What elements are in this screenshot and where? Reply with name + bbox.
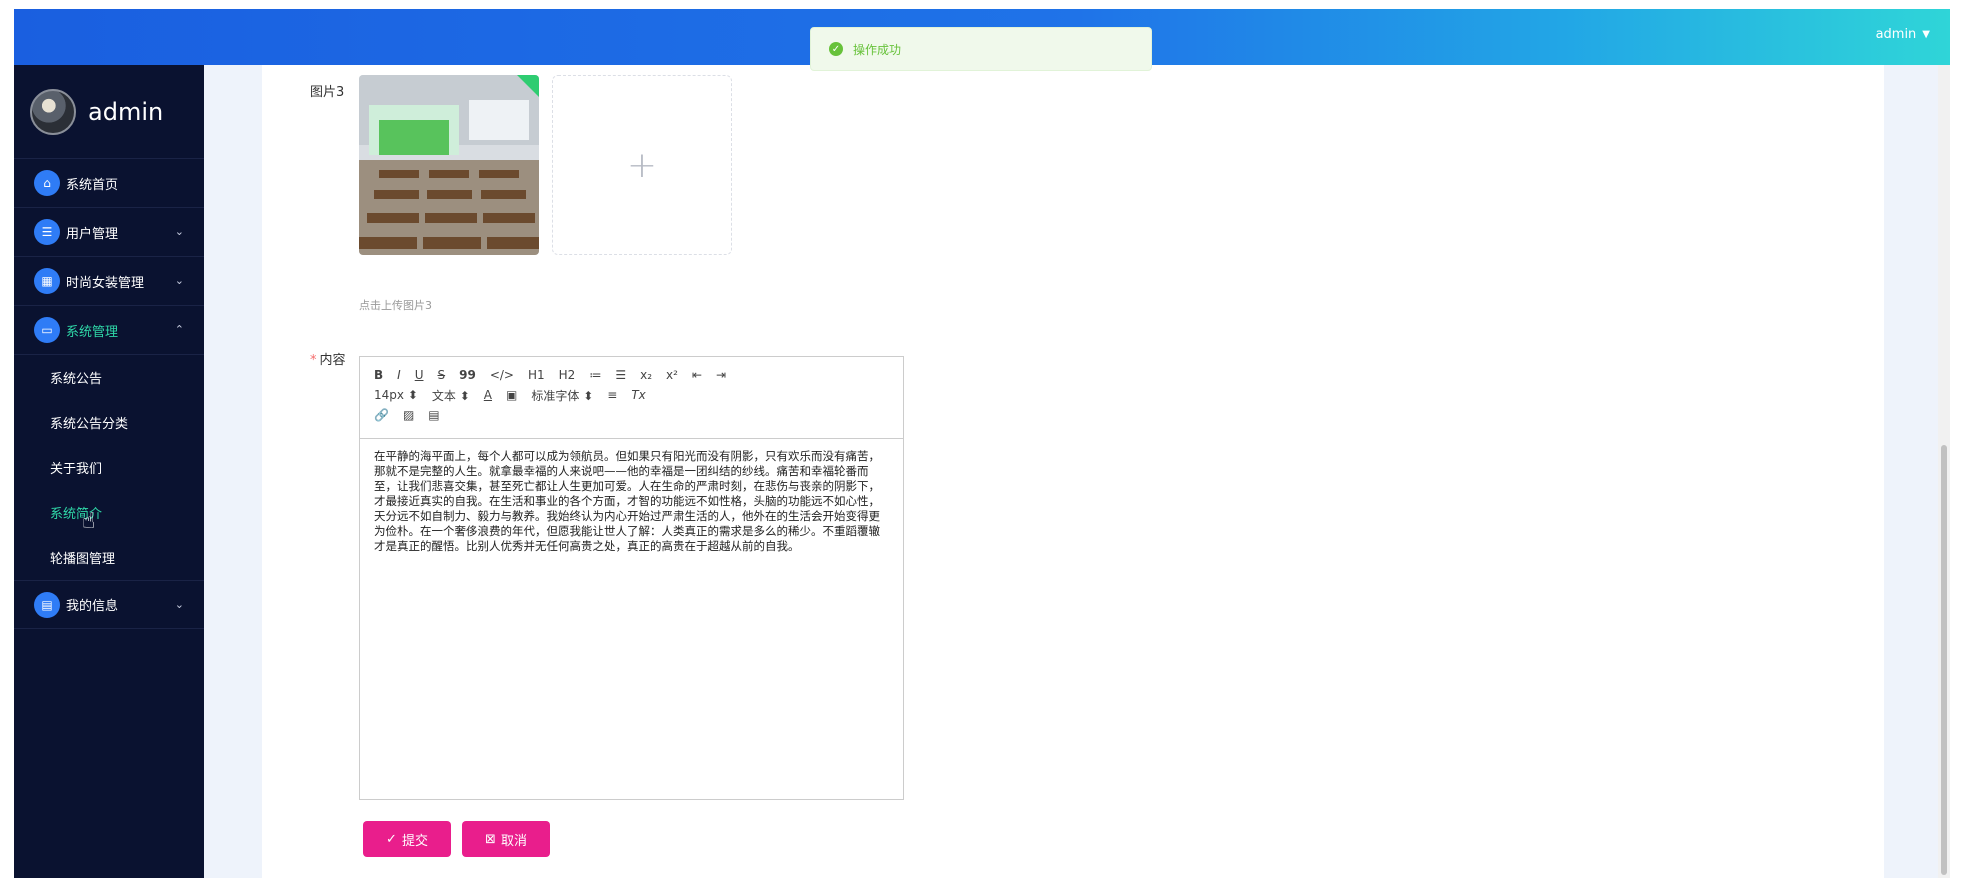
submit-button-label: 提交 (401, 833, 428, 849)
image3-upload-button[interactable]: + (552, 75, 732, 255)
bullet-list-icon[interactable]: ☰ (615, 368, 626, 382)
chevron-down-icon: ⌄ (174, 274, 184, 287)
monitor-icon: ▭ (34, 317, 60, 343)
caret-down-icon: ▼ (1922, 29, 1930, 40)
avatar (30, 88, 76, 135)
cancel-button-label: 取消 (500, 833, 527, 849)
subscript-icon[interactable]: x₂ (640, 368, 652, 382)
sidebar-subitem-label: 关于我们 (50, 462, 103, 477)
list-icon: ☰ (34, 219, 60, 245)
toolbar-row-format: B I U S 99 </> H1 H2 ≔ ☰ x₂ x² ⇤ ⇥ (374, 365, 889, 385)
app-frame: admin ▼ ✓ 操作成功 admin ⌂ 系统首页 ☰ 用户管理 ⌄ ▦ 时… (14, 9, 1950, 878)
editor-toolbar: B I U S 99 </> H1 H2 ≔ ☰ x₂ x² ⇤ ⇥ 14px … (360, 357, 903, 439)
grid-icon: ▦ (34, 268, 60, 294)
rich-text-editor[interactable]: B I U S 99 </> H1 H2 ≔ ☰ x₂ x² ⇤ ⇥ 14px … (359, 356, 904, 800)
sidebar-subitem-carousel[interactable]: 轮播图管理 (14, 535, 204, 580)
superscript-icon[interactable]: x² (666, 368, 678, 382)
home-icon: ⌂ (34, 170, 60, 196)
check-circle-icon: ✓ (829, 42, 843, 56)
select-arrows-icon: ⬍ (583, 388, 594, 403)
text-type-value: 文本 (431, 388, 456, 403)
indent-icon[interactable]: ⇥ (716, 368, 726, 382)
sidebar-subitem-notice-category[interactable]: 系统公告分类 (14, 400, 204, 445)
admin-menu-label: admin (1875, 27, 1917, 42)
background-color-icon[interactable]: ▣ (506, 388, 517, 402)
toolbar-row-style: 14px ⬍ 文本 ⬍ A ▣ 标准字体 ⬍ ≡ Tx (374, 385, 889, 405)
font-family-select[interactable]: 标准字体 ⬍ (531, 387, 593, 404)
chevron-down-icon: ⌄ (174, 598, 184, 611)
sidebar-item-system[interactable]: ▭ 系统管理 ⌃ (14, 306, 204, 355)
font-size-select[interactable]: 14px ⬍ (374, 388, 418, 402)
sidebar-username: admin (88, 97, 164, 126)
image3-preview[interactable] (359, 75, 539, 255)
toolbar-row-insert: 🔗 ▨ ▤ (374, 405, 889, 425)
outdent-icon[interactable]: ⇤ (692, 368, 702, 382)
page-scrollbar[interactable] (1938, 65, 1950, 878)
font-family-value: 标准字体 (531, 388, 580, 403)
sidebar-item-label: 我的信息 (66, 599, 119, 614)
code-icon[interactable]: </> (490, 368, 514, 382)
chevron-up-icon: ⌃ (174, 323, 184, 336)
bold-icon[interactable]: B (374, 368, 383, 382)
sidebar-item-my-info[interactable]: ▤ 我的信息 ⌄ (14, 580, 204, 629)
sidebar-item-label: 时尚女装管理 (66, 275, 145, 291)
font-size-value: 14px (374, 388, 404, 402)
sidebar-item-home[interactable]: ⌂ 系统首页 (14, 159, 204, 208)
sidebar-item-fashion[interactable]: ▦ 时尚女装管理 ⌄ (14, 257, 204, 306)
sidebar-user: admin (14, 65, 204, 159)
image3-label: 图片3 (310, 85, 345, 100)
plus-icon: + (626, 144, 658, 186)
strikethrough-icon[interactable]: S (438, 368, 446, 382)
sidebar-subitem-label: 系统公告 (50, 372, 103, 387)
admin-menu[interactable]: admin ▼ (1876, 27, 1930, 42)
form-card: 图片3 + 点击上传图片3 * 内容 B I U S 99 </> H1 H2 … (262, 65, 1884, 878)
toast-message: 操作成功 (853, 42, 902, 57)
sidebar-item-users[interactable]: ☰ 用户管理 ⌄ (14, 208, 204, 257)
sidebar-item-label: 用户管理 (66, 226, 119, 242)
align-icon[interactable]: ≡ (607, 388, 617, 402)
video-icon[interactable]: ▤ (428, 408, 439, 422)
editor-content[interactable]: 在平静的海平面上，每个人都可以成为领航员。但如果只有阳光而没有阴影，只有欢乐而没… (360, 439, 903, 564)
sidebar-subitem-label: 系统公告分类 (50, 417, 129, 432)
chevron-down-icon: ⌄ (174, 225, 184, 238)
clear-format-icon[interactable]: Tx (631, 388, 645, 402)
sidebar-subitem-about[interactable]: 关于我们 (14, 445, 204, 490)
select-arrows-icon: ⬍ (407, 388, 418, 402)
check-icon: ✓ (386, 831, 397, 847)
font-color-icon[interactable]: A (484, 388, 492, 402)
sidebar: admin ⌂ 系统首页 ☰ 用户管理 ⌄ ▦ 时尚女装管理 ⌄ ▭ 系统管理 … (14, 65, 204, 878)
select-arrows-icon: ⬍ (459, 388, 470, 403)
sidebar-subitem-notice[interactable]: 系统公告 (14, 355, 204, 400)
required-mark: * (310, 353, 317, 368)
sidebar-item-label: 系统首页 (66, 177, 119, 193)
sidebar-item-label: 系统管理 (66, 324, 119, 340)
underline-icon[interactable]: U (415, 368, 424, 382)
success-toast: ✓ 操作成功 (810, 27, 1152, 71)
image3-upload-tip: 点击上传图片3 (359, 299, 432, 312)
cancel-button[interactable]: ⊠ 取消 (462, 821, 550, 857)
submit-button[interactable]: ✓ 提交 (363, 821, 451, 857)
ordered-list-icon[interactable]: ≔ (589, 368, 601, 382)
quote-icon[interactable]: 99 (459, 368, 476, 382)
card-icon: ▤ (34, 591, 60, 618)
content-label: * 内容 (310, 349, 346, 368)
content-label-text: 内容 (319, 353, 346, 368)
classroom-image (359, 75, 539, 255)
link-icon[interactable]: 🔗 (374, 408, 389, 422)
sidebar-subitem-intro[interactable]: 系统简介 (14, 490, 204, 535)
image-icon[interactable]: ▨ (403, 408, 414, 422)
hand-cursor-icon: ☝ (82, 509, 96, 534)
scrollbar-thumb[interactable] (1941, 445, 1947, 875)
close-box-icon: ⊠ (485, 831, 496, 847)
heading1-icon[interactable]: H1 (528, 368, 545, 382)
sidebar-subitem-label: 轮播图管理 (50, 552, 116, 567)
text-type-select[interactable]: 文本 ⬍ (432, 387, 470, 404)
heading2-icon[interactable]: H2 (559, 368, 576, 382)
italic-icon[interactable]: I (397, 368, 401, 382)
